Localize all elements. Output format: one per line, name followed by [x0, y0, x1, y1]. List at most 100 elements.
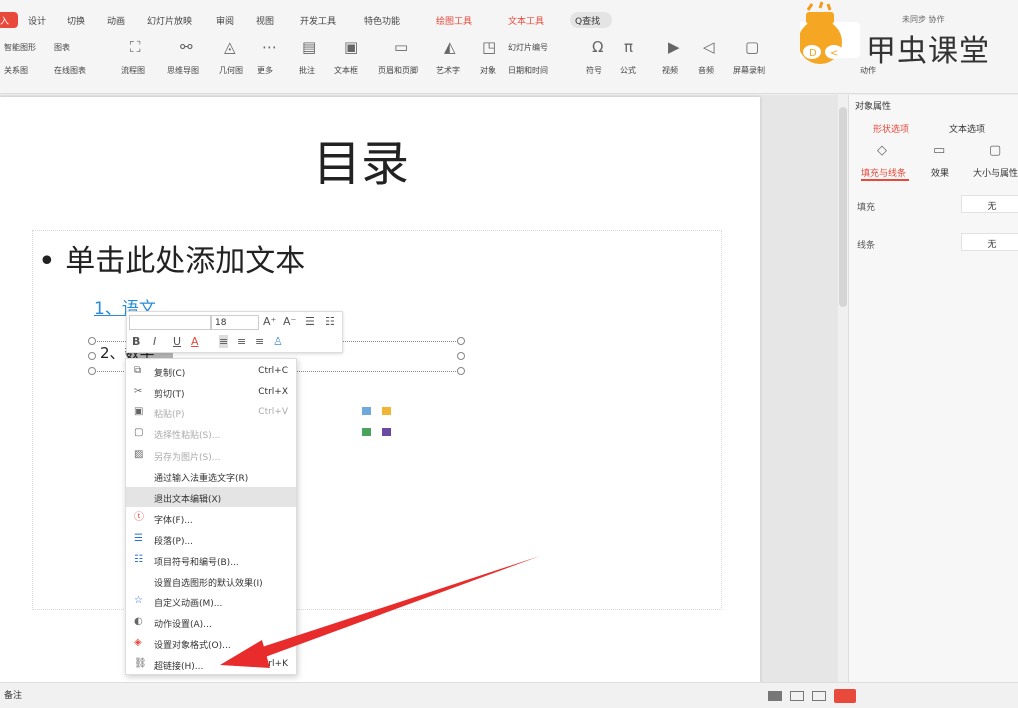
- flowchart-button[interactable]: 流程图: [121, 65, 145, 76]
- normal-view-icon[interactable]: [768, 691, 782, 701]
- resize-handle-mr[interactable]: [457, 352, 465, 360]
- tab-review[interactable]: 审阅: [216, 14, 234, 27]
- menu-format-object[interactable]: ◈ 设置对象格式(O)...: [126, 633, 296, 653]
- mindmap-button[interactable]: 思维导图: [167, 65, 199, 76]
- resize-handle-br[interactable]: [457, 367, 465, 375]
- menu-hyperlink[interactable]: ⛓ 超链接(H)... Ctrl+K: [126, 654, 296, 674]
- insert-chart-icon[interactable]: [382, 407, 391, 415]
- shrink-font-icon[interactable]: A⁻: [283, 315, 296, 328]
- smart-graphic-button[interactable]: 智能图形: [4, 42, 36, 53]
- fill-label[interactable]: 填充: [857, 200, 875, 213]
- align-right-icon[interactable]: ≡: [255, 335, 264, 348]
- comment-icon[interactable]: ▤: [302, 40, 316, 55]
- reading-view-icon[interactable]: [812, 691, 826, 701]
- tab-transition[interactable]: 切换: [67, 14, 85, 27]
- menu-bullets[interactable]: ☷ 项目符号和编号(B)...: [126, 550, 296, 570]
- align-left-icon[interactable]: ≡: [219, 335, 229, 348]
- tab-size-properties[interactable]: 大小与属性: [973, 166, 1018, 179]
- underline-button[interactable]: U: [173, 335, 181, 348]
- font-color-button[interactable]: A: [191, 335, 199, 348]
- formula-icon[interactable]: π: [624, 40, 633, 55]
- relation-chart-button[interactable]: 关系图: [4, 65, 28, 76]
- vertical-scrollbar[interactable]: [838, 95, 848, 682]
- header-footer-button[interactable]: 页眉和页脚: [378, 65, 418, 76]
- menu-paragraph[interactable]: ☰ 段落(P)...: [126, 529, 296, 549]
- wordart-button[interactable]: 艺术字: [436, 65, 460, 76]
- chart-button[interactable]: 图表: [54, 42, 70, 53]
- menu-custom-animation[interactable]: ☆ 自定义动画(M)...: [126, 591, 296, 611]
- notes-button[interactable]: 备注: [4, 688, 22, 701]
- screen-record-icon[interactable]: ▢: [745, 40, 759, 55]
- geometry-button[interactable]: 几何图: [219, 65, 243, 76]
- tab-slideshow[interactable]: 幻灯片放映: [147, 14, 192, 27]
- menu-font[interactable]: ⓣ 字体(F)...: [126, 508, 296, 528]
- resize-handle-ml[interactable]: [88, 352, 96, 360]
- resize-handle-bl[interactable]: [88, 367, 96, 375]
- tab-developer[interactable]: 开发工具: [300, 14, 336, 27]
- textbox-icon[interactable]: ▣: [344, 40, 358, 55]
- tab-drawing-tools[interactable]: 绘图工具: [436, 14, 472, 27]
- sorter-view-icon[interactable]: [790, 691, 804, 701]
- audio-icon[interactable]: ◁: [703, 40, 715, 55]
- effect-icon[interactable]: ▭: [933, 143, 945, 158]
- insert-table-icon[interactable]: [362, 428, 371, 436]
- insert-picture-icon[interactable]: [362, 407, 371, 415]
- symbol-icon[interactable]: Ω: [592, 40, 603, 55]
- font-size-input[interactable]: 18: [211, 315, 259, 330]
- tab-text-tools[interactable]: 文本工具: [508, 14, 544, 27]
- resize-handle-tr[interactable]: [457, 337, 465, 345]
- wordart-icon[interactable]: ◭: [444, 40, 456, 55]
- font-name-input[interactable]: [129, 315, 211, 330]
- tab-shape-options[interactable]: 形状选项: [873, 122, 909, 135]
- slideshow-button[interactable]: [834, 689, 856, 703]
- menu-reselect-ime[interactable]: 通过输入法重选文字(R): [126, 466, 296, 486]
- menu-paste-special[interactable]: ▢ 选择性粘贴(S)...: [126, 423, 296, 443]
- scroll-thumb[interactable]: [839, 107, 847, 307]
- menu-paste[interactable]: ▣ 粘贴(P) Ctrl+V: [126, 402, 296, 422]
- geometry-icon[interactable]: ◬: [224, 40, 236, 55]
- tab-features[interactable]: 特色功能: [364, 14, 400, 27]
- line-value[interactable]: 无: [961, 233, 1018, 251]
- header-footer-icon[interactable]: ▭: [394, 40, 408, 55]
- numbering-icon[interactable]: ☷: [325, 315, 335, 328]
- video-icon[interactable]: ▶: [668, 40, 680, 55]
- format-painter-icon[interactable]: ♙: [273, 335, 283, 348]
- resize-handle-tl[interactable]: [88, 337, 96, 345]
- bullets-icon[interactable]: ☰: [305, 315, 315, 328]
- object-button[interactable]: 对象: [480, 65, 496, 76]
- online-chart-button[interactable]: 在线图表: [54, 65, 86, 76]
- menu-exit-edit[interactable]: 退出文本编辑(X): [126, 487, 296, 507]
- menu-cut[interactable]: ✂ 剪切(T) Ctrl+X: [126, 382, 296, 402]
- tab-design[interactable]: 设计: [28, 14, 46, 27]
- content-bullet[interactable]: • 单击此处添加文本: [38, 236, 305, 280]
- tab-animation[interactable]: 动画: [107, 14, 125, 27]
- comment-button[interactable]: 批注: [299, 65, 315, 76]
- slide-title[interactable]: 目录: [313, 124, 409, 194]
- video-button[interactable]: 视频: [662, 65, 678, 76]
- tab-effect[interactable]: 效果: [931, 166, 949, 179]
- tab-view[interactable]: 视图: [256, 14, 274, 27]
- mindmap-icon[interactable]: ⚯: [180, 40, 193, 55]
- insert-video-icon[interactable]: [382, 428, 391, 436]
- italic-button[interactable]: I: [153, 335, 156, 348]
- search-box[interactable]: Q查找: [570, 12, 612, 28]
- line-label[interactable]: 线条: [857, 238, 875, 251]
- more-button[interactable]: 更多: [257, 65, 273, 76]
- textbox-button[interactable]: 文本框: [334, 65, 358, 76]
- size-icon[interactable]: ▢: [989, 143, 1001, 158]
- slide-number-button[interactable]: 幻灯片编号: [508, 42, 548, 53]
- tab-text-options[interactable]: 文本选项: [949, 122, 985, 135]
- grow-font-icon[interactable]: A⁺: [263, 315, 276, 328]
- audio-button[interactable]: 音频: [698, 65, 714, 76]
- object-icon[interactable]: ◳: [482, 40, 496, 55]
- menu-copy[interactable]: ⧉ 复制(C) Ctrl+C: [126, 361, 296, 381]
- fill-line-icon[interactable]: ◇: [877, 143, 887, 158]
- date-time-button[interactable]: 日期和时间: [508, 65, 548, 76]
- fill-value[interactable]: 无: [961, 195, 1018, 213]
- tab-fill-line[interactable]: 填充与线条: [861, 166, 906, 179]
- bold-button[interactable]: B: [132, 335, 140, 348]
- screen-record-button[interactable]: 屏幕录制: [733, 65, 765, 76]
- menu-default-effect[interactable]: 设置自选图形的默认效果(I): [126, 571, 296, 591]
- menu-action-settings[interactable]: ◐ 动作设置(A)...: [126, 612, 296, 632]
- flowchart-icon[interactable]: ⛶: [130, 40, 141, 55]
